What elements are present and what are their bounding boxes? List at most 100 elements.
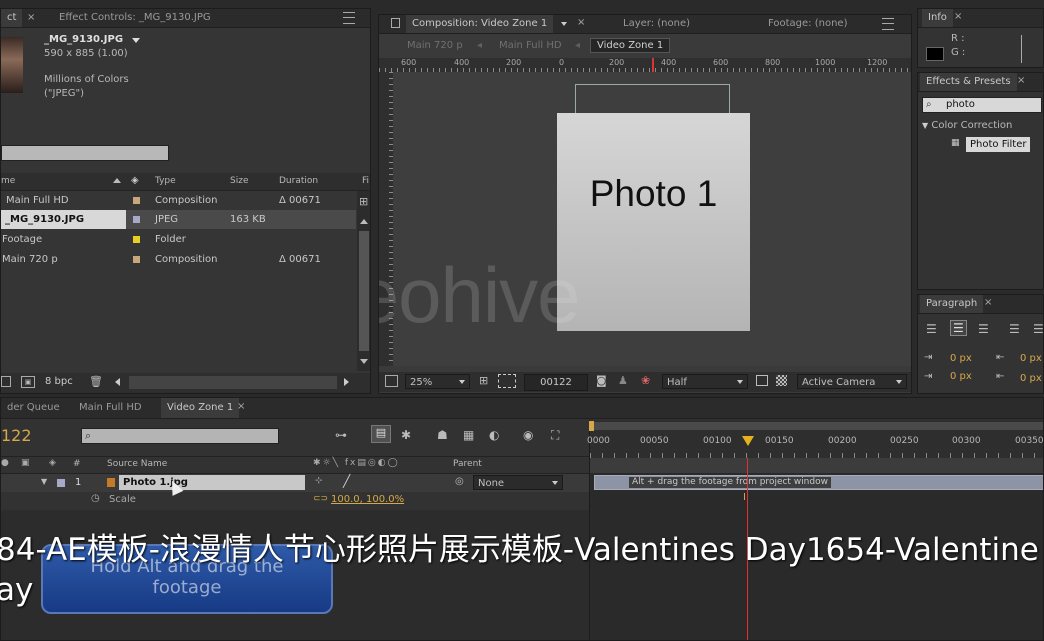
flowchart-icon[interactable]: ⊞ <box>359 195 368 208</box>
list-item-selected[interactable]: _MG_9130.JPG JPEG 163 KB <box>1 210 356 229</box>
always-preview-icon[interactable] <box>385 375 398 387</box>
justify-all-icon[interactable]: ☰ <box>1033 322 1043 336</box>
stopwatch-icon[interactable]: ◷ <box>91 493 100 504</box>
grid-icon[interactable]: ⊞ <box>479 374 488 387</box>
tab-effect-controls[interactable]: Effect Controls: _MG_9130.JPG <box>53 9 217 27</box>
parent-select[interactable]: None <box>473 475 563 490</box>
crumb-main-full-hd[interactable]: Main Full HD <box>499 40 562 51</box>
resolution-select[interactable]: Half <box>662 374 748 389</box>
bpc-button[interactable]: 8 bpc <box>45 376 73 387</box>
frame-blending-icon[interactable]: ▦ <box>463 428 474 442</box>
transparency-grid-icon[interactable] <box>776 375 787 386</box>
tab-info[interactable]: Info <box>922 9 953 27</box>
scroll-thumb[interactable] <box>359 231 369 351</box>
scroll-up-icon[interactable] <box>360 219 368 224</box>
close-icon[interactable]: × <box>954 11 962 22</box>
align-center-icon[interactable]: ☰ <box>950 320 967 336</box>
align-right-icon[interactable]: ☰ <box>978 322 989 336</box>
close-icon[interactable]: × <box>577 17 585 28</box>
col-parent[interactable]: Parent <box>453 459 482 469</box>
current-time-indicator[interactable] <box>742 436 754 446</box>
list-item[interactable]: Footage Folder <box>1 230 356 249</box>
layer-bar-drop-zone[interactable]: Alt + drag the footage from project wind… <box>594 475 1043 490</box>
graph-editor-icon[interactable]: ⛶ <box>551 428 559 443</box>
vertical-scrollbar[interactable]: ⊞ <box>357 191 370 371</box>
motion-blur-icon[interactable]: ◐ <box>489 428 499 442</box>
work-area-start[interactable] <box>589 421 594 431</box>
crumb-main-720[interactable]: Main 720 p <box>407 40 463 51</box>
label-swatch[interactable] <box>57 479 65 487</box>
work-area-bar[interactable] <box>590 422 1043 430</box>
scroll-left-icon[interactable] <box>115 378 120 386</box>
panel-menu-icon[interactable] <box>882 18 894 30</box>
table-row[interactable]: ▼ 1 Photo 1.jpg ⊹ ╱ ◎ None <box>1 474 589 492</box>
close-icon[interactable]: × <box>984 297 992 308</box>
timeline-timecode[interactable]: 122 <box>1 426 32 445</box>
region-of-interest-icon[interactable] <box>498 374 516 388</box>
scroll-down-icon[interactable] <box>360 359 368 364</box>
quality-switch-icon[interactable]: ╱ <box>343 474 350 488</box>
fast-preview-icon[interactable] <box>756 375 768 386</box>
chevron-down-icon[interactable] <box>132 38 140 43</box>
indent-left-value[interactable]: 0 px <box>950 353 972 364</box>
show-snapshot-icon[interactable]: ♟ <box>618 374 628 387</box>
timeline-search-input[interactable]: ⌕ <box>81 428 279 444</box>
photo-card[interactable]: Photo 1 <box>557 113 750 331</box>
hide-shy-icon[interactable]: ☗ <box>437 428 448 442</box>
tab-video-zone-1[interactable]: Video Zone 1 <box>161 398 240 418</box>
tab-render-queue[interactable]: der Queue <box>1 398 66 418</box>
indent-right-value[interactable]: 0 px <box>1020 353 1042 364</box>
pick-whip-icon[interactable]: ◎ <box>455 476 464 487</box>
justify-icon[interactable]: ☰ <box>1009 322 1020 336</box>
lock-icon[interactable] <box>391 18 400 28</box>
col-size[interactable]: Size <box>230 176 248 186</box>
col-name[interactable]: me <box>1 176 15 186</box>
draft-3d-icon[interactable]: ✱ <box>401 428 411 442</box>
effects-search-input[interactable]: ⌕ photo <box>922 97 1042 113</box>
composition-viewer[interactable]: Photo 1 videohive <box>379 72 911 366</box>
close-icon[interactable]: × <box>27 12 35 23</box>
space-after-value[interactable]: 0 px <box>1020 373 1042 384</box>
crumb-video-zone[interactable]: Video Zone 1 <box>590 38 671 53</box>
align-left-icon[interactable]: ☰ <box>926 322 937 336</box>
panel-menu-icon[interactable] <box>343 12 355 24</box>
list-item[interactable]: Main Full HD Composition Δ 00671 <box>1 191 356 210</box>
project-search-input[interactable] <box>1 145 169 161</box>
space-before-value[interactable]: 0 px <box>950 371 972 382</box>
tab-paragraph[interactable]: Paragraph <box>920 295 984 313</box>
expand-triangle-icon[interactable]: ▼ <box>922 121 928 130</box>
tab-effects-presets[interactable]: Effects & Presets <box>920 73 1017 91</box>
composition-icon[interactable]: ▣ <box>21 376 35 388</box>
tab-footage[interactable]: Footage: (none) <box>762 15 853 33</box>
close-icon[interactable]: × <box>237 401 245 412</box>
tab-project[interactable]: ct <box>1 9 23 27</box>
expand-triangle-icon[interactable]: ▼ <box>41 477 47 486</box>
effect-category[interactable]: ▼ Color Correction <box>922 120 1012 131</box>
col-type[interactable]: Type <box>155 176 176 186</box>
mini-flowchart-icon[interactable]: ⊶ <box>335 428 347 442</box>
collapse-switch-icon[interactable]: ⊹ <box>315 476 323 486</box>
zoom-select[interactable]: 25% <box>405 374 470 389</box>
folder-icon[interactable] <box>1 376 11 387</box>
col-duration[interactable]: Duration <box>279 176 318 186</box>
time-ruler[interactable]: 0000 00050 00100 00150 00200 00250 00300… <box>587 420 1043 458</box>
snapshot-camera-icon[interactable]: ◙ <box>596 374 607 387</box>
list-item[interactable]: Main 720 p Composition Δ 00671 <box>1 250 356 269</box>
camera-select[interactable]: Active Camera <box>797 374 907 389</box>
timecode-field[interactable]: 00122 <box>524 374 588 391</box>
brainstorm-icon[interactable]: ◉ <box>523 428 533 442</box>
tab-main-full-hd[interactable]: Main Full HD <box>73 398 148 418</box>
tab-composition[interactable]: Composition: Video Zone 1 <box>406 15 554 33</box>
effect-item[interactable]: Photo Filter <box>966 137 1031 152</box>
layer-name[interactable]: Photo 1.jpg <box>119 475 305 490</box>
col-source-name[interactable]: Source Name <box>107 459 167 469</box>
close-icon[interactable]: × <box>1017 75 1025 86</box>
scroll-right-icon[interactable] <box>344 378 349 386</box>
horizontal-scroll-track[interactable] <box>129 376 337 389</box>
tab-layer[interactable]: Layer: (none) <box>617 15 696 33</box>
channel-icon[interactable]: ❀ <box>641 374 650 387</box>
link-icon[interactable]: ⊂⊃ <box>313 494 328 504</box>
scale-value[interactable]: 100.0, 100.0% <box>331 494 404 505</box>
live-update-icon[interactable]: ▤ <box>371 425 391 443</box>
trash-icon[interactable]: 🗑 <box>89 375 103 388</box>
